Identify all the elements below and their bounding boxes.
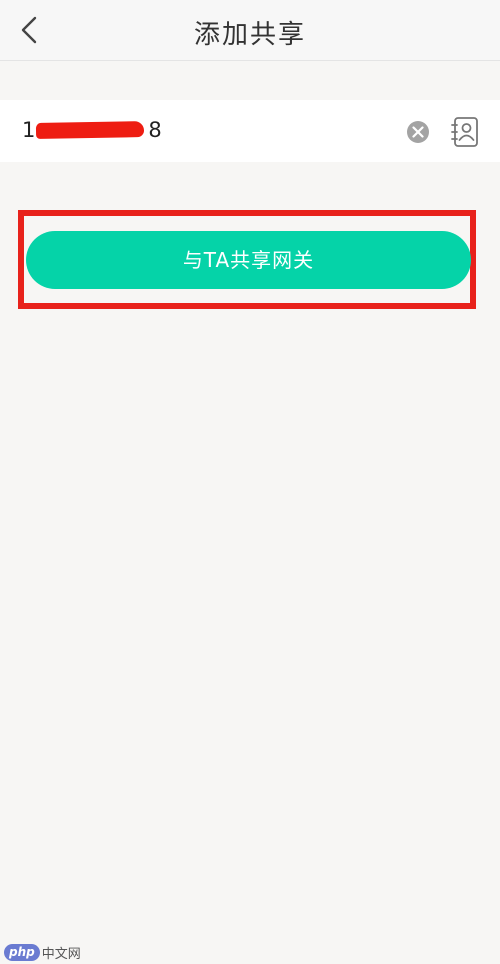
phone-visible-start: 1 [22, 118, 37, 142]
watermark: php 中文网 [4, 942, 81, 962]
top-nav-bar: 添加共享 [0, 0, 500, 61]
clear-icon[interactable] [406, 120, 430, 144]
page-title: 添加共享 [193, 20, 306, 50]
redaction-mark [35, 121, 145, 139]
watermark-text: 中文网 [41, 946, 81, 962]
share-gateway-button[interactable]: 与TA共享网关 [26, 231, 471, 289]
phone-visible-end: 8 [148, 118, 163, 142]
watermark-logo: php [4, 943, 40, 961]
contact-book-icon[interactable] [449, 115, 481, 149]
